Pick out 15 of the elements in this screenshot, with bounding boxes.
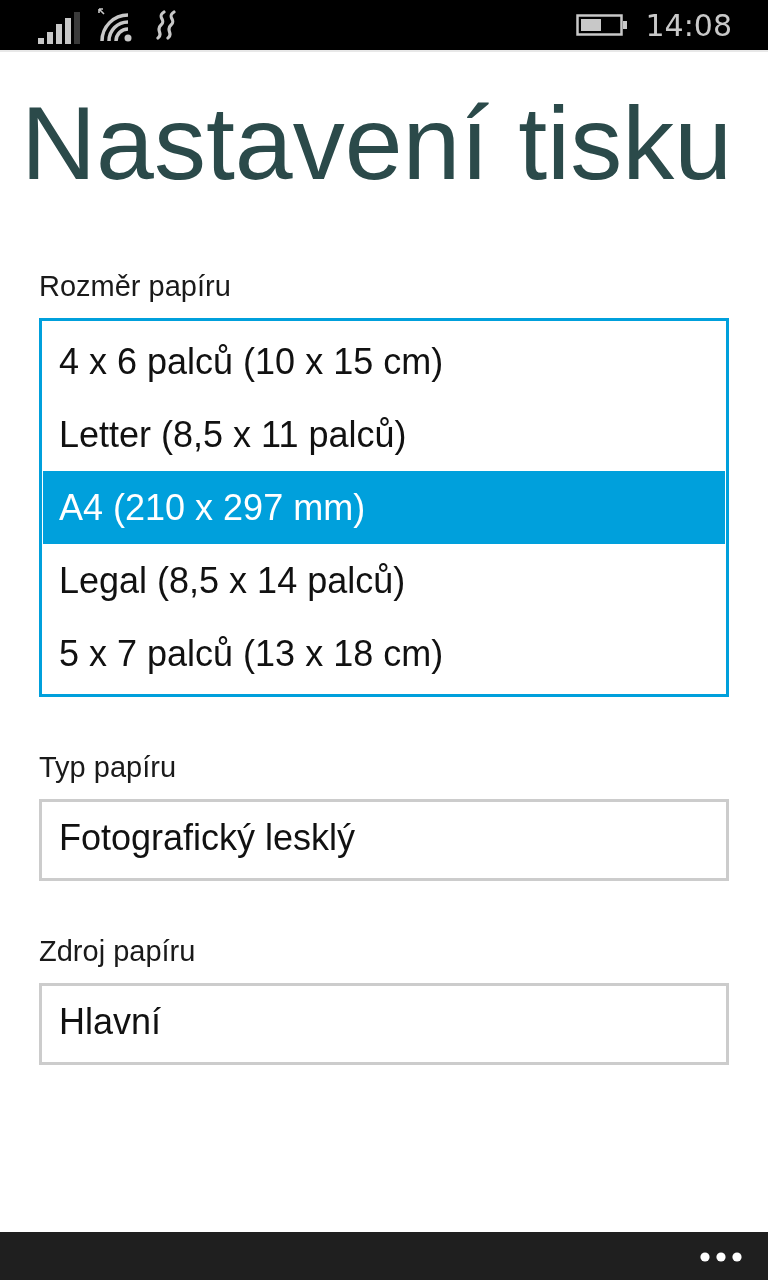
list-item[interactable]: 4 x 6 palců (10 x 15 cm) [43, 325, 725, 398]
list-item[interactable]: Letter (8,5 x 11 palců) [43, 398, 725, 471]
dropdown-field[interactable]: Hlavní [39, 983, 729, 1065]
more-icon[interactable] [700, 1252, 742, 1262]
field-label: Rozměr papíru [39, 269, 232, 304]
signal-bars-icon [38, 12, 80, 44]
field-label: Zdroj papíru [39, 934, 197, 969]
list-item[interactable]: Legal (8,5 x 14 palců) [43, 544, 725, 617]
list-item[interactable]: 5 x 7 palců (13 x 18 cm) [43, 617, 725, 690]
wifi-icon [98, 8, 134, 42]
dropdown-field[interactable]: Fotografický lesklý [39, 799, 729, 881]
battery-icon [575, 14, 628, 36]
clock-time: 14:08 [645, 7, 732, 43]
field-label: Typ papíru [39, 750, 178, 785]
page-title: Nastavení tisku [21, 84, 729, 202]
